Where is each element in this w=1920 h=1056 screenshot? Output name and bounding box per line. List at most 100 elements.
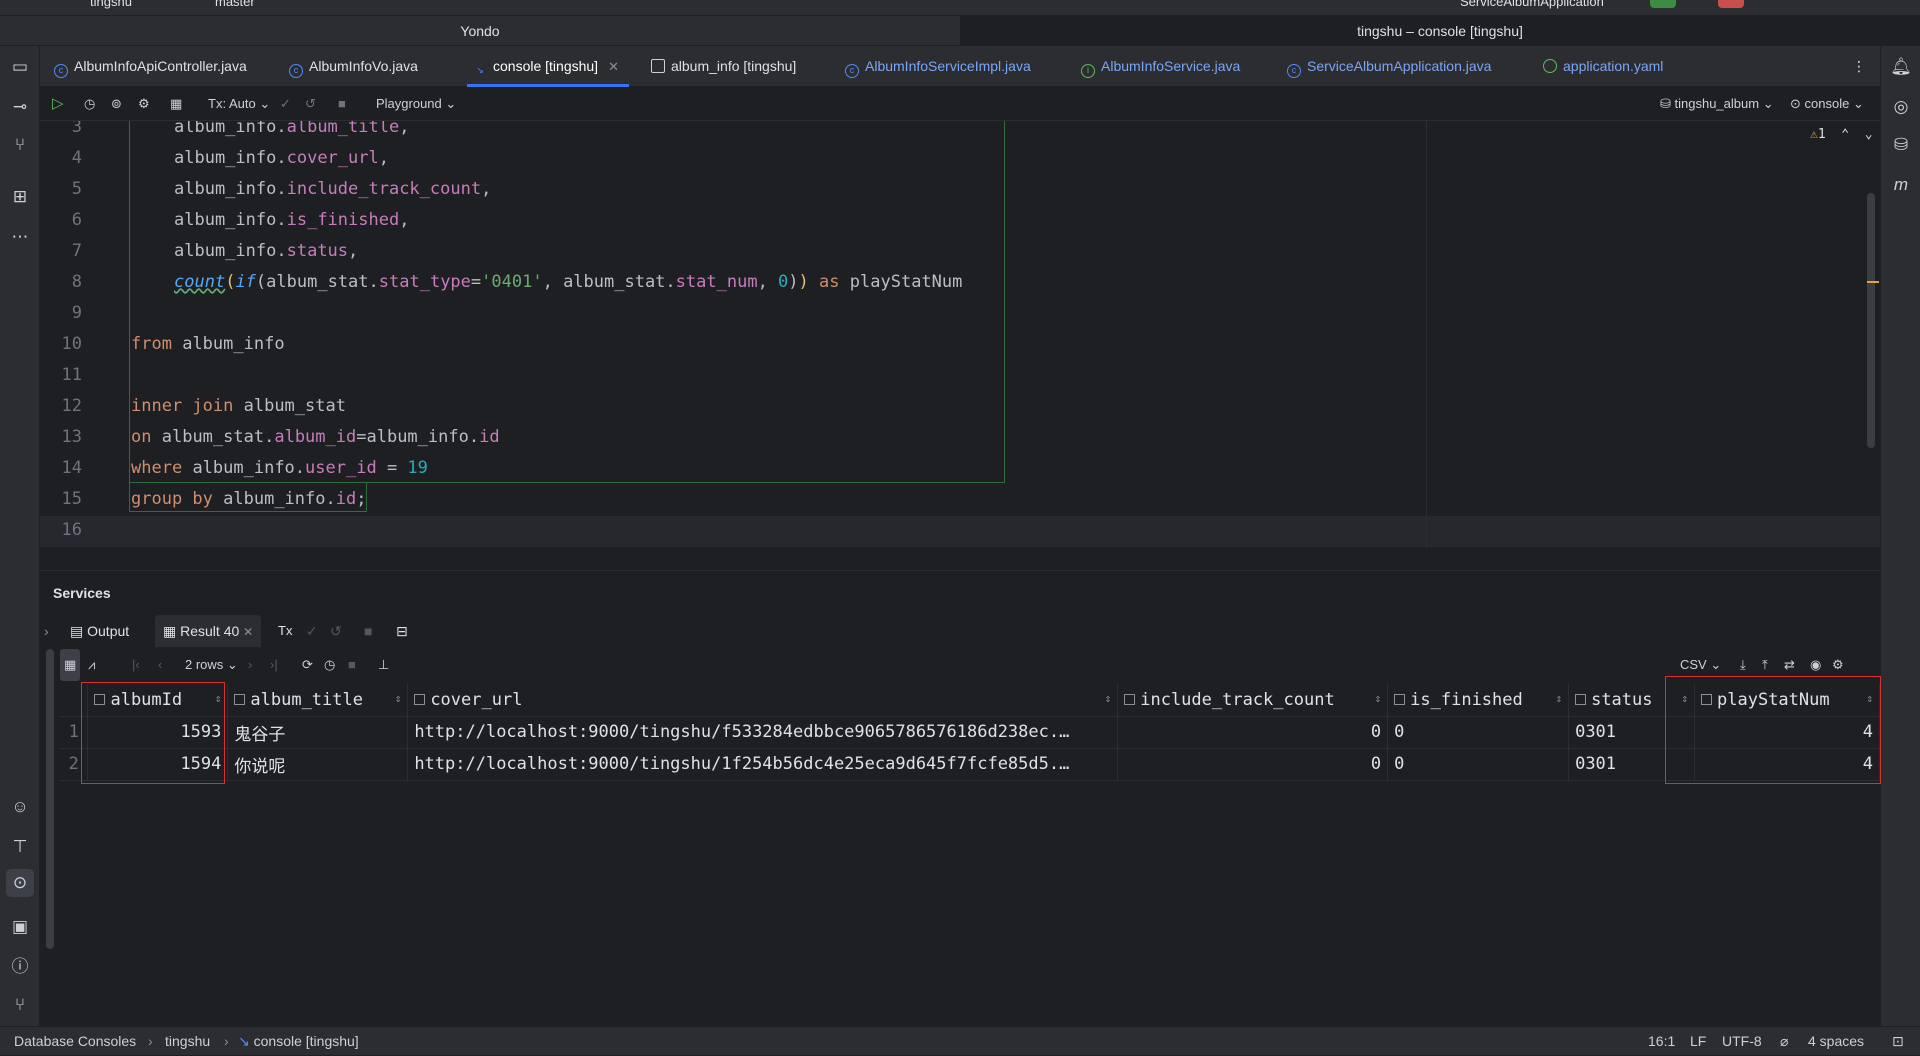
sort-icon[interactable]: ⇕: [1105, 692, 1112, 705]
run-configuration[interactable]: ServiceAlbumApplication: [1460, 0, 1604, 9]
settings-icon[interactable]: ⚙: [138, 87, 150, 121]
lock-icon[interactable]: ⊡: [1892, 1027, 1904, 1056]
commit-icon[interactable]: ⊸: [9, 96, 31, 118]
session-dropdown[interactable]: ⊙ console ⌄: [1790, 87, 1864, 121]
cell-albumid[interactable]: 1594: [87, 748, 229, 781]
playground-dropdown[interactable]: Playground ⌄: [376, 87, 456, 121]
branch-name[interactable]: master: [215, 0, 255, 9]
editor-scrollbar[interactable]: [1867, 193, 1875, 448]
stop-button[interactable]: [1718, 0, 1744, 8]
breadcrumb-database-consoles[interactable]: Database Consoles: [14, 1027, 136, 1056]
export-format-dropdown[interactable]: CSV ⌄: [1680, 649, 1721, 681]
tab-album-info-table[interactable]: album_info [tingshu]: [651, 46, 796, 87]
tx-mode-dropdown[interactable]: Tx: Auto ⌄: [208, 87, 270, 121]
execute-icon[interactable]: ▷: [52, 87, 64, 121]
next-page-icon[interactable]: ›: [248, 649, 252, 681]
result-grid[interactable]: albumId ⇕ album_title ⇕ cover_url ⇕ include…: [60, 676, 1881, 1027]
reload-icon[interactable]: ⟳: [302, 649, 313, 681]
file-encoding[interactable]: UTF-8: [1722, 1027, 1762, 1056]
cell-album-title[interactable]: 你说呢: [227, 748, 409, 781]
cancel-icon[interactable]: ■: [348, 649, 356, 681]
run-button[interactable]: [1650, 0, 1676, 8]
git-icon[interactable]: ⑂: [9, 994, 31, 1016]
stop-icon[interactable]: ■: [338, 87, 346, 121]
row-count-dropdown[interactable]: 2 rows ⌄: [185, 649, 238, 681]
breadcrumb-console[interactable]: ↘ console [tingshu]: [238, 1027, 359, 1056]
column-header-album-title[interactable]: album_title ⇕: [227, 684, 409, 717]
commit-icon[interactable]: ✓: [280, 87, 291, 121]
tab-options-icon[interactable]: ⋮: [1852, 46, 1866, 87]
column-header-playstatnum[interactable]: playStatNum ⇕: [1694, 684, 1880, 717]
column-header-albumid[interactable]: albumId ⇕: [87, 684, 229, 717]
tab-album-info-vo[interactable]: c AlbumInfoVo.java: [289, 46, 418, 87]
tab-album-info-service-impl[interactable]: c AlbumInfoServiceImpl.java: [845, 46, 1031, 87]
previous-page-icon[interactable]: ‹: [158, 649, 162, 681]
rollback-icon[interactable]: ↺: [330, 615, 342, 647]
structure-icon[interactable]: ⊞: [9, 186, 31, 208]
datasource-dropdown[interactable]: ⛁ tingshu_album ⌄: [1660, 87, 1774, 121]
maven-icon[interactable]: m: [1890, 174, 1912, 196]
cell-is-finished[interactable]: 0: [1387, 748, 1570, 781]
cell-cover-url[interactable]: http://localhost:9000/tingshu/1f254b56dc…: [407, 748, 1119, 781]
sort-icon[interactable]: ⇕: [395, 692, 402, 705]
database-icon[interactable]: ⛁: [1890, 134, 1912, 156]
close-tab-icon[interactable]: ✕: [608, 59, 619, 74]
build-icon[interactable]: ⊤: [9, 836, 31, 858]
compare-icon[interactable]: ⇄: [1784, 649, 1795, 681]
tab-service-album-application[interactable]: c ServiceAlbumApplication.java: [1287, 46, 1491, 87]
cell-playstatnum[interactable]: 4: [1694, 748, 1880, 781]
history-icon[interactable]: ◷: [324, 649, 335, 681]
ai-assistant-icon[interactable]: ◎: [1890, 96, 1912, 118]
last-page-icon[interactable]: ›|: [270, 649, 278, 681]
settings-icon[interactable]: ⚙: [1832, 649, 1844, 681]
sort-icon[interactable]: ⇕: [215, 692, 222, 705]
table-row[interactable]: 1 1593 鬼谷子 http://localhost:9000/tingshu…: [60, 716, 1880, 749]
sort-icon[interactable]: ⇕: [1375, 692, 1382, 705]
expand-tree-icon[interactable]: ›: [44, 615, 49, 647]
tab-album-info-service[interactable]: i AlbumInfoService.java: [1081, 46, 1240, 87]
cell-include-track-count[interactable]: 0: [1117, 748, 1389, 781]
table-row[interactable]: 2 1594 你说呢 http://localhost:9000/tingshu…: [60, 748, 1880, 781]
line-ending[interactable]: LF: [1690, 1027, 1706, 1056]
view-icon[interactable]: ◉: [1810, 649, 1821, 681]
caret-position[interactable]: 16:1: [1648, 1027, 1675, 1056]
sort-icon[interactable]: ⇕: [1555, 692, 1562, 705]
pull-requests-icon[interactable]: ⑂: [9, 134, 31, 156]
problems-icon[interactable]: ⓘ: [9, 956, 31, 978]
rollback-icon[interactable]: ↺: [305, 87, 316, 121]
readonly-toggle-icon[interactable]: ⌀: [1780, 1027, 1788, 1056]
close-result-icon[interactable]: ✕: [243, 625, 253, 639]
pin-icon[interactable]: ⊚: [111, 87, 122, 121]
cell-album-title[interactable]: 鬼谷子: [227, 716, 409, 749]
history-icon[interactable]: ◷: [84, 87, 95, 121]
first-page-icon[interactable]: |‹: [132, 649, 140, 681]
window-tab-tingshu[interactable]: tingshu – console [tingshu]: [960, 16, 1920, 46]
upload-icon[interactable]: ⤒: [1762, 649, 1768, 681]
services-scrollbar[interactable]: [46, 649, 54, 949]
column-header-is-finished[interactable]: is_finished ⇕: [1387, 684, 1570, 717]
services-icon[interactable]: ⊙: [6, 869, 34, 897]
tab-result[interactable]: ▦ Result 40 ✕: [155, 615, 262, 647]
cell-albumid[interactable]: 1593: [87, 716, 229, 749]
tab-output[interactable]: ▤ Output: [70, 615, 129, 647]
terminal-icon[interactable]: ▣: [9, 916, 31, 938]
sort-icon[interactable]: ⇕: [1866, 692, 1873, 705]
tab-console[interactable]: ↘ console [tingshu] ✕: [467, 46, 629, 87]
indent-setting[interactable]: 4 spaces: [1808, 1027, 1864, 1056]
column-header-include-track-count[interactable]: include_track_count ⇕: [1117, 684, 1389, 717]
pin-tab-icon[interactable]: ⊥: [378, 649, 389, 681]
plugins-icon[interactable]: ☺: [9, 796, 31, 818]
tab-application-yaml[interactable]: application.yaml: [1543, 46, 1663, 87]
cell-status[interactable]: 0301: [1568, 748, 1696, 781]
window-tab-yondo[interactable]: Yondo: [0, 16, 960, 46]
notifications-icon[interactable]: 🔔︎: [1890, 56, 1912, 78]
cell-include-track-count[interactable]: 0: [1117, 716, 1389, 749]
sort-icon[interactable]: ⇕: [1681, 692, 1688, 705]
stop-icon[interactable]: ■: [364, 615, 372, 647]
download-icon[interactable]: ⤓: [1740, 649, 1746, 681]
more-tools-icon[interactable]: ⋯: [9, 226, 31, 248]
table-view-icon[interactable]: ▦: [60, 649, 81, 681]
tab-album-info-api-controller[interactable]: c AlbumInfoApiController.java: [54, 46, 247, 87]
cell-status[interactable]: 0301: [1568, 716, 1696, 749]
warning-stripe-marker[interactable]: [1867, 281, 1879, 283]
